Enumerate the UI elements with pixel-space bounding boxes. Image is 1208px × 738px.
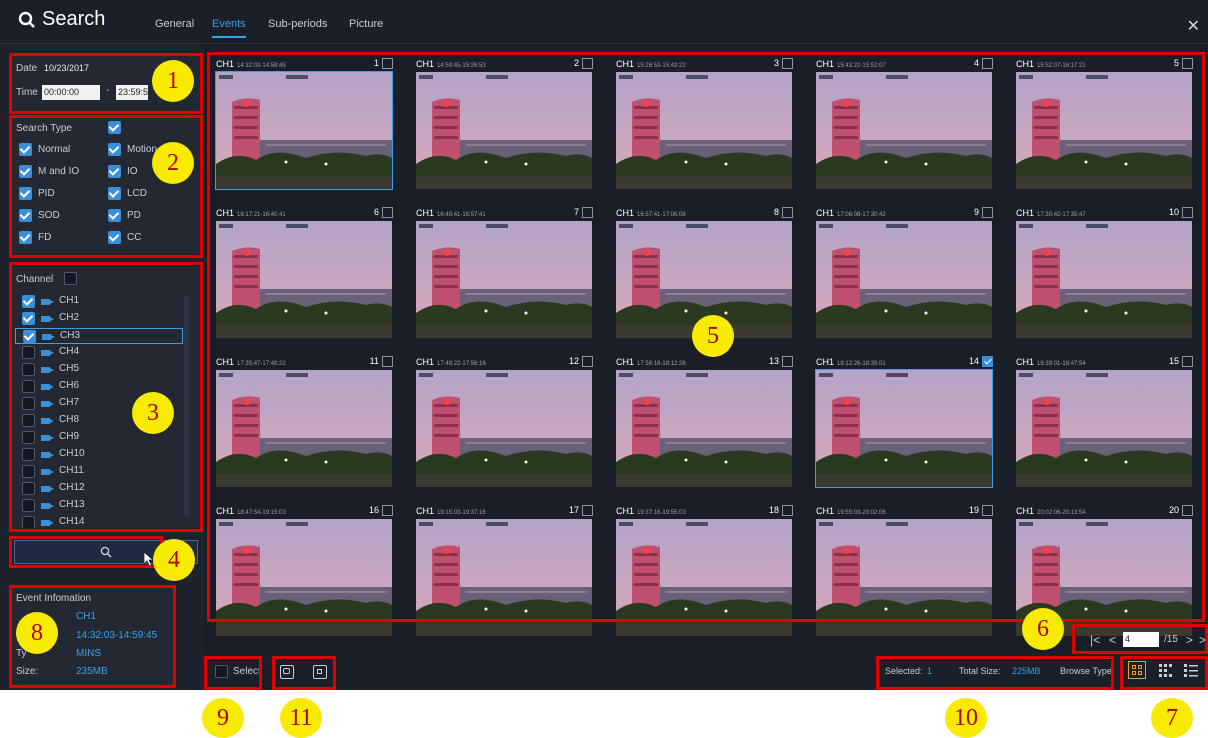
callout-badge-6: 6 bbox=[1022, 608, 1064, 650]
annotation-box-7 bbox=[1120, 656, 1208, 690]
page-title-text: Search bbox=[42, 8, 106, 30]
callout-badge-2: 2 bbox=[152, 142, 194, 184]
annotation-box-6 bbox=[1072, 624, 1208, 654]
callout-badge-5: 5 bbox=[692, 315, 734, 357]
callout-badge-9: 9 bbox=[202, 698, 244, 738]
callout-badge-10: 10 bbox=[945, 698, 987, 738]
annotation-box-10 bbox=[876, 656, 1114, 690]
callout-badge-7: 7 bbox=[1151, 698, 1193, 738]
tab-events[interactable]: Events bbox=[212, 18, 246, 38]
page-title: Search bbox=[18, 8, 105, 31]
search-icon bbox=[18, 11, 35, 28]
callout-badge-11: 11 bbox=[280, 698, 322, 738]
annotation-box-11 bbox=[272, 656, 336, 690]
callout-badge-3: 3 bbox=[132, 392, 174, 434]
tab-general[interactable]: General bbox=[155, 18, 194, 30]
annotation-box-3 bbox=[9, 262, 203, 532]
annotation-box-2 bbox=[9, 115, 203, 258]
annotation-box-9 bbox=[204, 656, 262, 690]
callout-badge-8: 8 bbox=[16, 612, 58, 654]
callout-badge-4: 4 bbox=[153, 539, 195, 581]
close-icon[interactable]: ✕ bbox=[1187, 16, 1200, 36]
tab-picture[interactable]: Picture bbox=[349, 18, 383, 30]
annotation-box-4 bbox=[9, 536, 163, 568]
callout-badge-1: 1 bbox=[152, 60, 194, 102]
tab-sub-periods[interactable]: Sub-periods bbox=[268, 18, 327, 30]
header-bar: Search General Events Sub-periods Pictur… bbox=[0, 0, 1208, 44]
